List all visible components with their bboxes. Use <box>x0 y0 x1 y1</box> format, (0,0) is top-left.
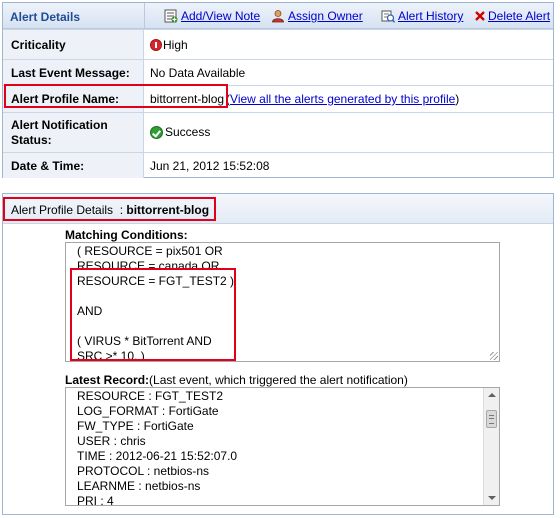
note-icon <box>164 9 178 23</box>
notification-status-row: Alert Notification Status: Success <box>3 112 553 152</box>
delete-alert-label[interactable]: Delete Alert <box>488 9 550 23</box>
date-time-label-cell: Date & Time: <box>3 153 144 178</box>
success-check-icon <box>150 125 163 139</box>
header-divider <box>144 3 145 29</box>
add-view-note-label[interactable]: Add/View Note <box>181 9 260 23</box>
date-time-label: Date & Time: <box>11 159 85 173</box>
alert-details-title: Alert Details <box>10 10 81 24</box>
date-time-row: Date & Time: Jun 21, 2012 15:52:08 <box>3 152 553 178</box>
latest-record-label: Latest Record:(Last event, which trigger… <box>65 373 408 387</box>
delete-x-icon <box>473 9 487 23</box>
record-line: LEARNME : netbios-ns <box>77 479 201 493</box>
notification-status-label-cell: Alert Notification Status: <box>3 113 144 152</box>
condition-highlight-box <box>70 268 236 361</box>
profile-title-highlight-box <box>3 197 216 221</box>
last-event-label-cell: Last Event Message: <box>3 60 144 85</box>
profile-name-highlight-box <box>4 84 228 108</box>
alert-details-header: Alert Details Add/View Note Assign Owner… <box>3 3 553 29</box>
notification-status-label-line2: Status: <box>11 133 52 147</box>
latest-record-sublabel: (Last event, which triggered the alert n… <box>149 373 408 387</box>
add-view-note-button[interactable]: Add/View Note <box>164 8 260 24</box>
alert-history-button[interactable]: Alert History <box>381 8 463 24</box>
scroll-down-arrow-icon[interactable] <box>484 490 499 505</box>
criticality-value: High <box>163 38 188 52</box>
record-line: TIME : 2012-06-21 15:52:07.0 <box>77 449 238 463</box>
record-line: PROTOCOL : netbios-ns <box>77 464 210 478</box>
condition-line: ( RESOURCE = pix501 OR <box>77 244 223 258</box>
scroll-thumb[interactable] <box>486 410 497 428</box>
latest-record-scrollbar[interactable] <box>483 388 499 505</box>
record-line: FW_TYPE : FortiGate <box>77 419 194 433</box>
owner-icon <box>271 9 285 23</box>
criticality-label-cell: Criticality <box>3 30 144 59</box>
record-line: LOG_FORMAT : FortiGate <box>77 404 219 418</box>
resize-grip[interactable] <box>490 352 498 360</box>
close-paren: ) <box>455 92 460 106</box>
assign-owner-label[interactable]: Assign Owner <box>288 9 363 23</box>
view-all-alerts-link[interactable]: View all the alerts generated by this pr… <box>230 92 455 106</box>
delete-alert-button[interactable]: Delete Alert <box>473 8 550 24</box>
criticality-value-cell: High <box>150 38 188 52</box>
last-event-value: No Data Available <box>150 66 246 80</box>
alert-history-label[interactable]: Alert History <box>398 9 463 23</box>
record-line: USER : chris <box>77 434 146 448</box>
criticality-label: Criticality <box>11 38 66 52</box>
history-icon <box>381 9 396 23</box>
latest-record-textarea[interactable]: RESOURCE : FGT_TEST2 LOG_FORMAT : FortiG… <box>65 387 500 506</box>
last-event-label: Last Event Message: <box>11 66 130 80</box>
notification-status-value: Success <box>165 125 211 139</box>
last-event-row: Last Event Message: No Data Available <box>3 59 553 85</box>
date-time-value: Jun 21, 2012 15:52:08 <box>150 159 270 173</box>
latest-record-title: Latest Record: <box>65 373 150 387</box>
notification-status-label-line1: Alert Notification <box>11 118 108 132</box>
matching-conditions-label: Matching Conditions: <box>65 228 188 242</box>
scroll-up-arrow-icon[interactable] <box>484 388 499 403</box>
criticality-row: Criticality High <box>3 29 553 59</box>
assign-owner-button[interactable]: Assign Owner <box>271 8 363 24</box>
record-line: RESOURCE : FGT_TEST2 <box>77 389 224 403</box>
record-line: PRI : 4 <box>77 494 114 506</box>
high-severity-icon <box>150 39 162 51</box>
notification-status-value-cell: Success <box>150 125 210 139</box>
